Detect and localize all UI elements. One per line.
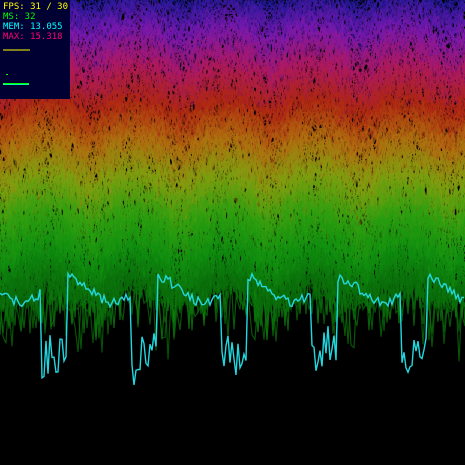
stats-panel: FPS: 31 / 30 MS: 32 MEM: 13.055 MAX: 15.… [0, 0, 70, 99]
stats-history-graph [3, 49, 30, 85]
fps-readout: FPS: 31 / 30 [3, 2, 69, 12]
max-readout: MAX: 15.318 [3, 32, 63, 42]
ms-history-mark [6, 74, 8, 75]
visualizer-stage: FPS: 31 / 30 MS: 32 MEM: 13.055 MAX: 15.… [0, 0, 465, 465]
max-history-mark [3, 84, 29, 85]
ms-readout: MS: 32 [3, 12, 36, 22]
mem-readout: MEM: 13.055 [3, 22, 63, 32]
